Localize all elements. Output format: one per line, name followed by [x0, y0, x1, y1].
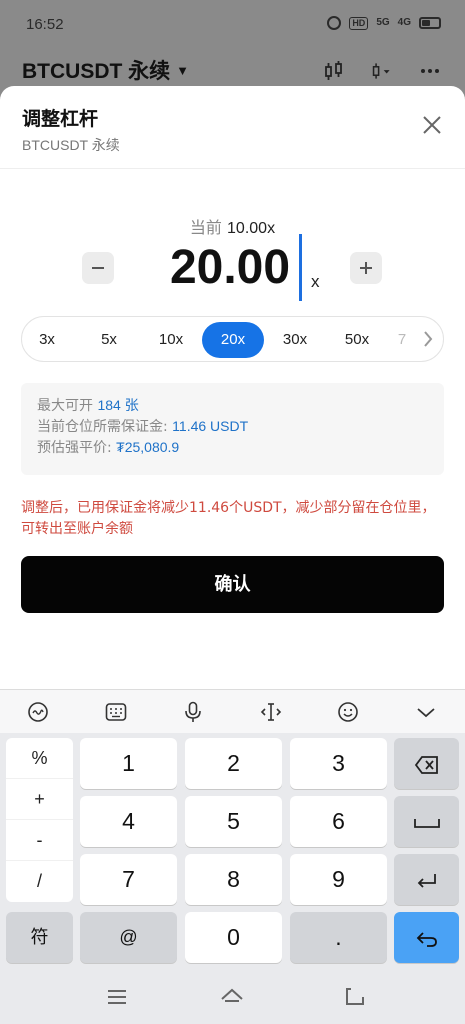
liq-price-label: 预估强平价: — [37, 440, 112, 456]
symbol-key-percent[interactable]: % — [6, 738, 73, 779]
symbol-key-minus[interactable]: - — [6, 820, 73, 861]
text-cursor — [299, 234, 302, 301]
leverage-option[interactable]: 7 — [382, 322, 422, 358]
home-icon[interactable] — [220, 985, 244, 1009]
divider — [0, 168, 465, 169]
adjust-leverage-sheet: 调整杠杆 BTCUSDT 永续 当前 10.00x 20.00 x 3x 5x … — [0, 86, 465, 690]
plus-icon — [360, 262, 372, 274]
liq-price-value: ₮25,080.9 — [116, 439, 180, 455]
handwriting-icon[interactable] — [26, 700, 50, 724]
candlestick-icon[interactable] — [323, 60, 345, 82]
close-button[interactable] — [421, 114, 443, 136]
enter-icon — [416, 932, 437, 947]
menu-icon[interactable] — [105, 985, 129, 1009]
position-info: 最大可开 184 张 当前仓位所需保证金: 11.46 USDT 预估强平价: … — [21, 383, 444, 475]
key-0[interactable]: 0 — [185, 912, 282, 963]
leverage-option[interactable]: 5x — [78, 322, 140, 358]
max-open-label: 最大可开 — [37, 398, 93, 414]
close-icon — [423, 116, 441, 134]
signal-5g-icon: 5G — [376, 17, 390, 28]
enter-key[interactable] — [394, 912, 459, 963]
decrease-button[interactable] — [82, 252, 114, 284]
hd-icon: HD — [349, 16, 369, 30]
minus-icon — [92, 267, 104, 269]
status-icons: HD 5G 4G — [327, 16, 441, 30]
current-leverage-label: 当前 — [189, 218, 222, 237]
margin-value: 11.46 USDT — [172, 418, 249, 434]
margin-label: 当前仓位所需保证金: — [37, 419, 168, 435]
more-icon[interactable] — [419, 60, 441, 82]
max-open-row: 最大可开 184 张 — [37, 395, 428, 416]
backspace-key[interactable] — [394, 738, 459, 789]
margin-row: 当前仓位所需保证金: 11.46 USDT — [37, 416, 428, 437]
increase-button[interactable] — [350, 252, 382, 284]
symbol-selector[interactable]: BTCUSDT 永续 ▼ — [22, 55, 189, 85]
key-5[interactable]: 5 — [185, 796, 282, 847]
microphone-icon[interactable] — [181, 700, 205, 724]
key-9[interactable]: 9 — [290, 854, 387, 905]
leverage-options: 3x 5x 10x 20x 30x 50x 7 — [21, 316, 444, 362]
confirm-button[interactable]: 确认 — [21, 556, 444, 613]
symbol-title: BTCUSDT 永续 — [22, 60, 171, 83]
leverage-option[interactable]: 50x — [326, 322, 388, 358]
symbols-key[interactable]: 符 — [6, 912, 73, 963]
key-6[interactable]: 6 — [290, 796, 387, 847]
chart-type-icon[interactable] — [371, 60, 393, 82]
key-3[interactable]: 3 — [290, 738, 387, 789]
cursor-move-icon[interactable] — [259, 700, 283, 724]
key-1[interactable]: 1 — [80, 738, 177, 789]
background-app: 16:52 HD 5G 4G BTCUSDT 永续 ▼ — [0, 0, 465, 100]
leverage-unit: x — [311, 272, 320, 291]
key-4[interactable]: 4 — [80, 796, 177, 847]
back-icon[interactable] — [343, 985, 367, 1009]
key-2[interactable]: 2 — [185, 738, 282, 789]
newline-key[interactable] — [394, 854, 459, 905]
keyboard-toolbar — [0, 689, 465, 733]
signal-4g-icon: 4G — [397, 17, 411, 28]
backspace-icon — [414, 756, 438, 774]
status-time: 16:52 — [26, 16, 64, 33]
sheet-subtitle: BTCUSDT 永续 — [22, 137, 120, 153]
system-nav-bar — [0, 969, 465, 1024]
space-icon — [413, 818, 440, 828]
keyboard-icon[interactable] — [104, 700, 128, 724]
leverage-option[interactable]: 3x — [22, 322, 78, 358]
status-bar: 16:52 HD 5G 4G — [0, 0, 465, 50]
current-leverage-value: 10.00x — [227, 220, 276, 237]
emoji-icon[interactable] — [336, 700, 360, 724]
battery-icon — [419, 17, 441, 29]
at-key[interactable]: @ — [80, 912, 177, 963]
leverage-input[interactable]: 20.00 — [150, 240, 310, 295]
liq-price-row: 预估强平价: ₮25,080.9 — [37, 437, 428, 458]
header-actions — [323, 60, 441, 82]
leverage-option[interactable]: 10x — [140, 322, 202, 358]
leverage-option-selected[interactable]: 20x — [202, 322, 264, 358]
symbol-key-plus[interactable]: + — [6, 779, 73, 820]
symbol-key-slash[interactable]: / — [6, 861, 73, 902]
key-7[interactable]: 7 — [80, 854, 177, 905]
collapse-keyboard-icon[interactable] — [414, 700, 438, 724]
current-leverage: 当前 10.00x — [0, 214, 465, 238]
dot-key[interactable]: . — [290, 912, 387, 963]
alarm-icon — [327, 16, 342, 30]
warning-text: 调整后，已用保证金将减少11.46个USDT，减少部分留在仓位里，可转出至账户余… — [21, 500, 436, 537]
sheet-title: 调整杠杆 — [22, 108, 99, 130]
max-open-value: 184 张 — [97, 397, 139, 413]
leverage-option[interactable]: 30x — [264, 322, 326, 358]
symbol-column: % + - / — [6, 738, 73, 902]
chevron-right-icon[interactable] — [421, 329, 435, 349]
space-key[interactable] — [394, 796, 459, 847]
caret-down-icon: ▼ — [176, 62, 190, 78]
newline-icon — [417, 873, 436, 888]
key-8[interactable]: 8 — [185, 854, 282, 905]
